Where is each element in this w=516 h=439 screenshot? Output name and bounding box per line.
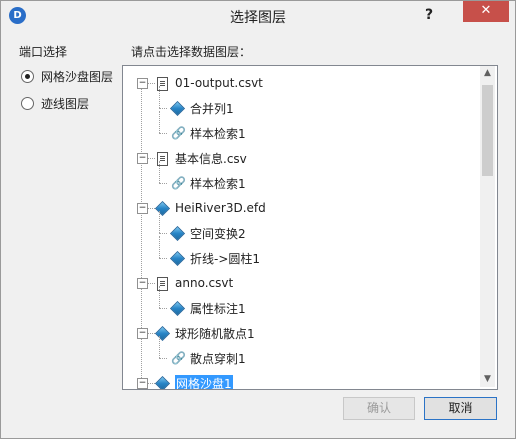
collapse-toggle-icon[interactable]: −	[137, 78, 148, 89]
tree-guide-line	[148, 158, 155, 160]
tree-node-label: 属性标注1	[190, 301, 246, 316]
radio-trace-layer[interactable]: 迹线图层	[21, 94, 89, 112]
collapse-toggle-icon[interactable]: −	[137, 328, 148, 339]
tree-guide-line	[148, 333, 155, 335]
scroll-down-arrow-icon[interactable]: ▼	[480, 372, 495, 387]
scroll-up-arrow-icon[interactable]: ▲	[480, 66, 495, 81]
tree-guide-line	[159, 236, 161, 258]
tree-guide-line	[159, 258, 167, 260]
tree-guide-line	[148, 283, 155, 285]
close-button[interactable]: ✕	[463, 1, 509, 22]
tree-node-label: 散点穿刺1	[190, 351, 246, 366]
tree-node[interactable]: 01-output.csvt	[155, 73, 263, 93]
tree-child-node[interactable]: 空间变换2	[169, 223, 246, 243]
radio-indicator-checked[interactable]	[21, 69, 34, 83]
radio-label: 迹线图层	[41, 96, 90, 111]
tree-guide-line	[148, 208, 155, 210]
tree-guide-line	[159, 108, 167, 110]
tree-node-label: 样本检索1	[190, 126, 246, 141]
vertical-scrollbar[interactable]: ▲ ▼	[480, 66, 495, 387]
cube-layer-icon	[169, 250, 186, 267]
title-bar: D 选择图层 ? ✕	[1, 1, 515, 30]
cube-layer-icon	[169, 225, 186, 242]
link-icon: 🔗	[171, 126, 186, 140]
cancel-button[interactable]: 取消	[424, 397, 497, 420]
tree-node-label: 样本检索1	[190, 176, 246, 191]
cube-layer-icon	[169, 100, 186, 117]
tree-guide-line	[159, 358, 167, 360]
tree-node-label: 合并列1	[190, 101, 234, 116]
collapse-toggle-icon[interactable]: −	[137, 378, 148, 389]
tree-child-node[interactable]: 合并列1	[169, 98, 234, 118]
help-button[interactable]: ?	[419, 5, 439, 25]
tree-node-label: anno.csvt	[175, 276, 234, 290]
file-icon	[155, 76, 169, 91]
tree-node[interactable]: 球形随机散点1	[154, 323, 255, 343]
cube-layer-icon	[154, 375, 171, 389]
tree-node[interactable]: HeiRiver3D.efd	[154, 198, 266, 218]
cube-layer-icon	[154, 325, 171, 342]
tree-node-label: 球形随机散点1	[175, 326, 255, 341]
tree-node[interactable]: 基本信息.csv	[155, 148, 247, 168]
tree-child-node[interactable]: 🔗 样本检索1	[170, 123, 246, 143]
radio-label: 网格沙盘图层	[41, 69, 114, 84]
tree-child-node[interactable]: 🔗 散点穿刺1	[170, 348, 246, 368]
tree-guide-line	[159, 86, 161, 108]
tree-node[interactable]: 网格沙盘1	[154, 373, 233, 390]
tree-guide-line	[159, 183, 167, 185]
layer-tree[interactable]: 01-output.csvt − 合并列1 🔗 样本检索1 基本信息.csv − 🔗 样本检索1…	[122, 65, 498, 390]
tree-node-label: 01-output.csvt	[175, 76, 263, 90]
collapse-toggle-icon[interactable]: −	[137, 278, 148, 289]
tree-guide-line	[141, 78, 143, 389]
select-layer-dialog: D 选择图层 ? ✕ 端口选择 网格沙盘图层 迹线图层 请点击选择数据图层： 0…	[0, 0, 516, 439]
tree-node-label: 折线->圆柱1	[190, 251, 261, 266]
tree-node[interactable]: anno.csvt	[155, 273, 233, 293]
tree-node-label: 网格沙盘1	[175, 374, 233, 390]
tree-guide-line	[159, 233, 167, 235]
tree-child-node[interactable]: 属性标注1	[169, 298, 246, 318]
radio-grid-layer[interactable]: 网格沙盘图层	[21, 67, 113, 85]
tree-node-label: 空间变换2	[190, 226, 246, 241]
link-icon: 🔗	[171, 351, 186, 365]
collapse-toggle-icon[interactable]: −	[137, 153, 148, 164]
tree-child-node[interactable]: 🔗 样本检索1	[170, 173, 246, 193]
tree-guide-line	[159, 286, 161, 308]
tree-guide-line	[159, 161, 161, 183]
radio-indicator[interactable]	[21, 96, 34, 110]
cube-layer-icon	[154, 200, 171, 217]
tree-guide-line	[159, 336, 161, 358]
tree-guide-line	[159, 211, 161, 233]
tree-guide-line	[159, 308, 167, 310]
layer-list-label: 请点击选择数据图层：	[131, 45, 252, 59]
link-icon: 🔗	[171, 176, 186, 190]
tree-guide-line	[148, 383, 155, 385]
tree-guide-line	[159, 133, 167, 135]
scroll-thumb[interactable]	[482, 85, 493, 176]
cube-layer-icon	[169, 300, 186, 317]
tree-child-node[interactable]: 折线->圆柱1	[169, 248, 261, 268]
port-select-label: 端口选择	[19, 45, 68, 59]
tree-guide-line	[159, 111, 161, 133]
collapse-toggle-icon[interactable]: −	[137, 203, 148, 214]
tree-node-label: HeiRiver3D.efd	[175, 201, 266, 215]
tree-guide-line	[148, 83, 155, 85]
file-icon	[155, 276, 169, 291]
tree-node-label: 基本信息.csv	[175, 151, 247, 166]
file-icon	[155, 151, 169, 166]
ok-button[interactable]: 确认	[343, 397, 415, 420]
